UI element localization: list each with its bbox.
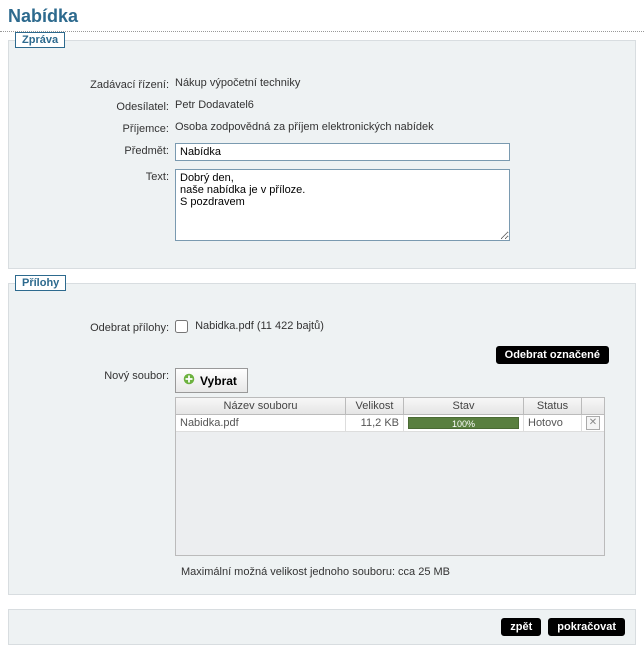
table-row: Nabidka.pdf 11,2 KB 100% Hotovo ✕ — [176, 415, 604, 432]
header-size: Velikost — [346, 398, 404, 414]
text-textarea[interactable] — [175, 169, 510, 241]
attachments-panel: Přílohy Odebrat přílohy: Nabidka.pdf (11… — [8, 283, 636, 595]
attachments-legend: Přílohy — [15, 275, 66, 291]
remove-selected-button[interactable]: Odebrat označené — [496, 346, 609, 364]
recipient-label: Příjemce: — [25, 121, 175, 135]
cell-size: 11,2 KB — [346, 415, 404, 431]
delete-row-button[interactable]: ✕ — [586, 416, 600, 430]
continue-button[interactable]: pokračovat — [548, 618, 625, 636]
text-label: Text: — [25, 169, 175, 183]
sender-value: Petr Dodavatel6 — [175, 99, 619, 111]
message-panel: Zpráva Zadávací řízení: Nákup výpočetní … — [8, 40, 636, 269]
subject-label: Předmět: — [25, 143, 175, 157]
upload-grid: Název souboru Velikost Stav Status Nabid… — [175, 397, 605, 556]
header-del — [582, 398, 604, 414]
attachment-file-label: Nabidka.pdf (11 422 bajtů) — [195, 320, 324, 332]
back-button[interactable]: zpět — [501, 618, 541, 636]
cell-name: Nabidka.pdf — [176, 415, 346, 431]
attachment-checkbox-row[interactable]: Nabidka.pdf (11 422 bajtů) — [175, 320, 324, 332]
header-state: Stav — [404, 398, 524, 414]
select-file-button[interactable]: Vybrat — [175, 368, 248, 393]
progress-bar: 100% — [408, 417, 519, 429]
subject-input[interactable] — [175, 143, 510, 161]
cell-status: Hotovo — [524, 415, 582, 431]
add-icon — [182, 372, 196, 389]
size-hint: Maximální možná velikost jednoho souboru… — [181, 566, 619, 578]
header-name: Název souboru — [176, 398, 346, 414]
select-file-label: Vybrat — [200, 374, 237, 388]
attachment-checkbox[interactable] — [175, 320, 188, 333]
recipient-value: Osoba zodpovědná za příjem elektronickýc… — [175, 121, 619, 133]
page-title: Nabídka — [0, 0, 644, 32]
procurement-label: Zadávací řízení: — [25, 77, 175, 91]
new-file-label: Nový soubor: — [25, 368, 175, 382]
header-status: Status — [524, 398, 582, 414]
sender-label: Odesílatel: — [25, 99, 175, 113]
footer-bar: zpět pokračovat — [8, 609, 636, 645]
procurement-value: Nákup výpočetní techniky — [175, 77, 619, 89]
remove-attach-label: Odebrat přílohy: — [25, 320, 175, 334]
message-legend: Zpráva — [15, 32, 65, 48]
grid-header: Název souboru Velikost Stav Status — [176, 398, 604, 415]
